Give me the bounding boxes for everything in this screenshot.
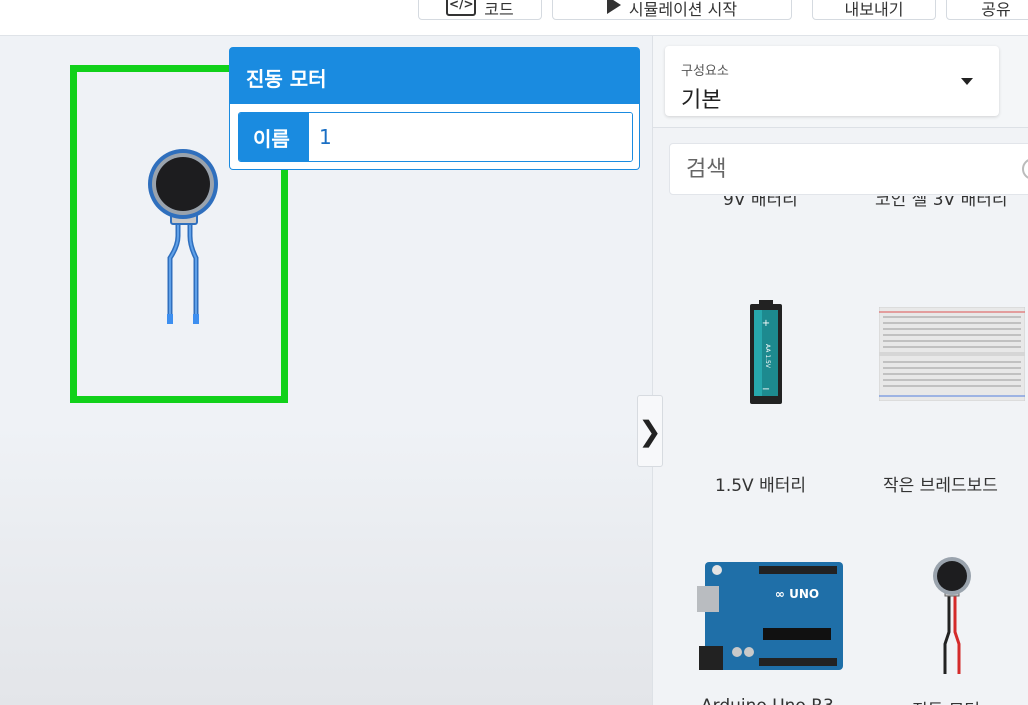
small-breadboard-image[interactable]: [879, 307, 1025, 401]
search-box: [669, 143, 1028, 195]
export-button-label: 내보내기: [844, 0, 904, 19]
toolbar: </> 코드 시뮬레이션 시작 내보내기 공유: [0, 0, 1028, 36]
start-simulation-label: 시뮬레이션 시작: [628, 0, 738, 19]
code-button[interactable]: </> 코드: [418, 0, 542, 20]
component-label-small-breadboard[interactable]: 작은 브레드보드: [883, 471, 998, 496]
panel-collapse-handle[interactable]: ❯: [637, 395, 663, 467]
name-label: 이름: [239, 113, 309, 161]
svg-text:∞ UNO: ∞ UNO: [775, 587, 819, 601]
code-button-label: 코드: [484, 0, 514, 19]
play-icon: [606, 0, 621, 14]
battery-1-5v-image[interactable]: + AA 1.5V −: [747, 300, 785, 408]
component-label-coin-cell[interactable]: 코인 셀 3V 배터리: [875, 196, 1008, 210]
component-label-vibration-motor[interactable]: 진동 모터: [912, 696, 980, 705]
name-row: 이름: [238, 112, 633, 162]
select-value: 기본: [681, 88, 722, 113]
component-label-battery-1-5v[interactable]: 1.5V 배터리: [715, 471, 806, 496]
component-inspector: 진동 모터 이름: [229, 47, 640, 170]
start-simulation-button[interactable]: 시뮬레이션 시작: [552, 0, 792, 20]
svg-text:+: +: [762, 318, 770, 329]
component-label-9v-battery[interactable]: 9V 배터리: [723, 196, 798, 210]
svg-text:AA 1.5V: AA 1.5V: [764, 344, 771, 369]
caret-down-icon: [961, 78, 973, 85]
search-icon[interactable]: [1022, 158, 1028, 180]
component-label-arduino-uno[interactable]: Arduino Uno R3: [701, 696, 834, 705]
inspector-title: 진동 모터: [246, 67, 327, 91]
svg-text:−: −: [762, 384, 770, 395]
component-category-select[interactable]: 구성요소 기본: [665, 46, 999, 116]
components-panel: 구성요소 기본 9V 배터리 코인 셀 3V 배터리 + AA 1.5V − 1…: [652, 36, 1028, 705]
component-grid: 9V 배터리 코인 셀 3V 배터리 + AA 1.5V − 1.5V 배터리: [653, 196, 1028, 705]
share-button-label: 공유: [981, 0, 1011, 19]
code-icon: </>: [446, 0, 477, 16]
inspector-body: 이름: [230, 104, 639, 169]
search-input[interactable]: [670, 144, 1010, 194]
share-button[interactable]: 공유: [946, 0, 1028, 20]
select-label: 구성요소: [681, 64, 729, 79]
panel-header: 구성요소 기본: [653, 36, 1028, 128]
export-button[interactable]: 내보내기: [812, 0, 936, 20]
arduino-uno-image[interactable]: ∞ UNO: [697, 562, 845, 674]
name-input[interactable]: [309, 113, 632, 161]
vibration-motor-image[interactable]: [932, 556, 972, 678]
